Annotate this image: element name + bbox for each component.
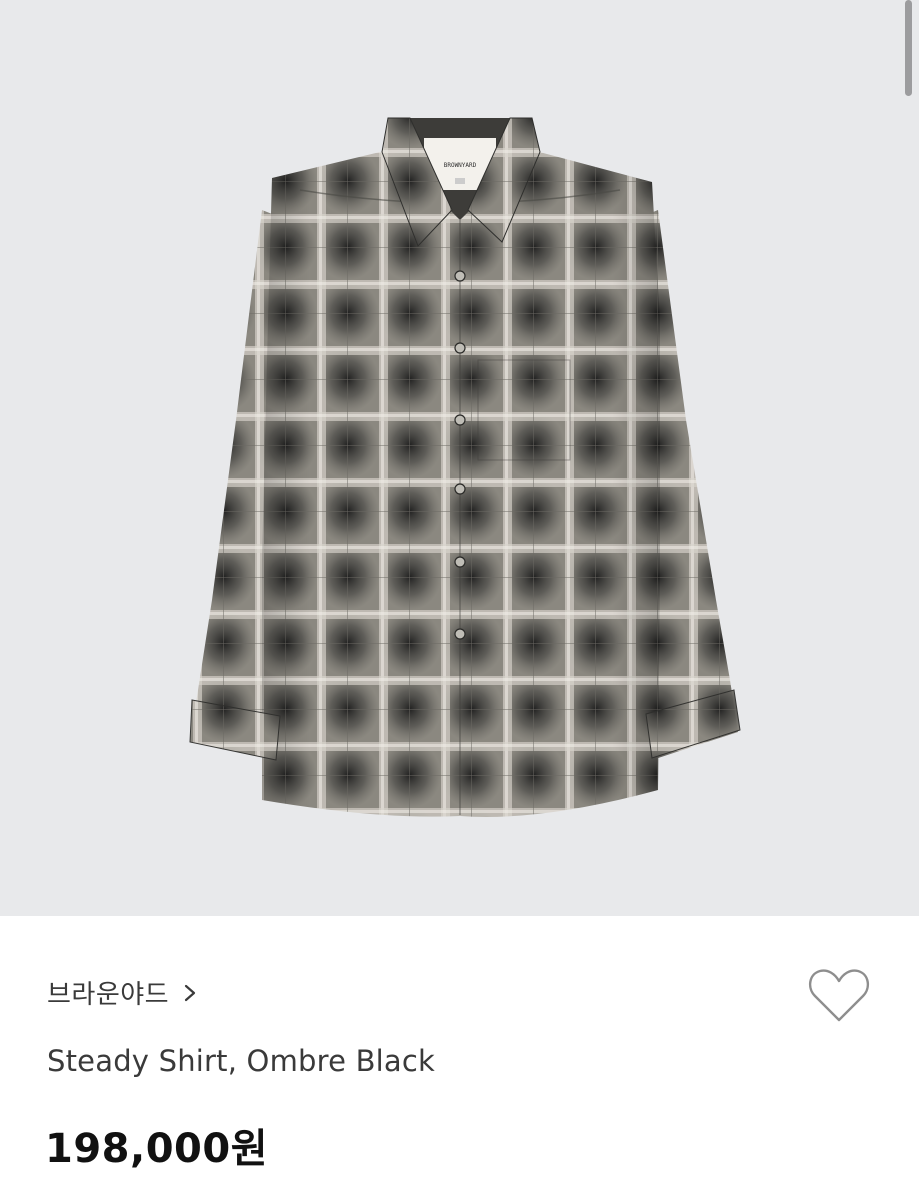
scroll-indicator[interactable] <box>905 0 912 96</box>
garment-label: BROWNYARD <box>444 162 477 169</box>
product-image-area[interactable]: BROWNYARD <box>0 0 919 916</box>
brand-link[interactable]: 브라운야드 <box>47 974 201 1011</box>
product-price: 198,000원 <box>45 1126 268 1172</box>
product-info-panel: 브라운야드 Steady Shirt, Ombre Black 198,000원 <box>0 916 919 1200</box>
product-image: BROWNYARD <box>189 117 741 817</box>
brand-name: 브라운야드 <box>47 980 170 1010</box>
product-title: Steady Shirt, Ombre Black <box>47 1044 436 1078</box>
product-detail-page: BROWNYARD 브라운야드 Steady Shirt, Ombre Blac… <box>0 0 919 1200</box>
chevron-right-icon <box>185 984 196 1001</box>
wishlist-heart-icon[interactable] <box>806 966 872 1026</box>
